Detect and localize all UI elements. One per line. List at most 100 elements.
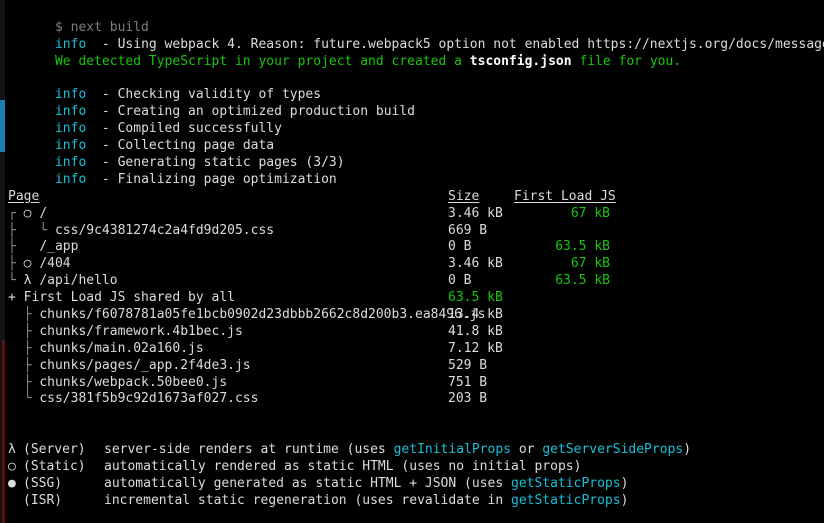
route-size: 0 B bbox=[448, 273, 472, 289]
tree-glyph: ├ bbox=[8, 307, 40, 323]
column-header-size: Size bbox=[448, 188, 480, 204]
tree-glyph: └ bbox=[8, 273, 24, 289]
route-size: 0 B bbox=[448, 239, 472, 255]
table-row: ├ └ css/9c4381274c2a4fd9d205.css 669 B bbox=[0, 223, 824, 240]
chunk-size: 13.4 kB bbox=[448, 307, 503, 323]
log-dash: - bbox=[86, 121, 118, 137]
circle-outline-icon: ○ bbox=[8, 459, 16, 475]
log-dash: - bbox=[86, 36, 118, 52]
legend-symbol-blank bbox=[8, 493, 23, 510]
legend-api-getstaticprops: getStaticProps bbox=[511, 492, 621, 508]
shared-prefix: + bbox=[8, 290, 24, 306]
route-first-load: 63.5 kB bbox=[555, 273, 610, 289]
chunk-name: chunks/f6078781a05fe1bcb0902d23dbbb2662c… bbox=[39, 307, 486, 323]
lambda-icon: λ bbox=[8, 442, 16, 458]
route-name: /api/hello bbox=[39, 273, 118, 289]
chunk-size: 41.8 kB bbox=[448, 323, 503, 339]
legend-text-part: automatically generated as static HTML +… bbox=[104, 475, 511, 491]
route-first-load bbox=[514, 223, 610, 240]
legend-text-part: or bbox=[511, 442, 543, 458]
legend-text-part: automatically rendered as static HTML (u… bbox=[104, 459, 582, 475]
route-first-load: 63.5 kB bbox=[555, 239, 610, 255]
command-text: $ next build bbox=[54, 19, 149, 35]
route-size: 3.46 kB bbox=[448, 205, 503, 221]
route-first-load: 67 kB bbox=[570, 256, 610, 272]
tree-glyph: ├ bbox=[8, 340, 40, 356]
legend-text-part: server-side renders at runtime (uses bbox=[104, 442, 394, 458]
chunk-row: ├ chunks/f6078781a05fe1bcb0902d23dbbb266… bbox=[0, 307, 824, 324]
log-dash: - bbox=[86, 87, 118, 103]
chunk-name: chunks/main.02a160.js bbox=[39, 340, 204, 356]
prompt-line: $ next build bbox=[0, 3, 824, 35]
shared-size: 63.5 kB bbox=[448, 290, 503, 306]
log-label: info bbox=[54, 155, 87, 171]
chunk-size: 203 B bbox=[448, 391, 488, 407]
tree-glyph: ├ bbox=[8, 239, 40, 255]
route-name: /404 bbox=[39, 256, 71, 272]
route-size: 3.46 kB bbox=[448, 256, 503, 272]
log-text: Generating static pages (3/3) bbox=[117, 155, 345, 171]
tree-glyph: └ bbox=[8, 391, 40, 407]
log-label: info bbox=[54, 171, 87, 187]
chunk-size: 751 B bbox=[448, 374, 488, 390]
log-label: info bbox=[54, 36, 87, 52]
legend-row-server: λ (Server) server-side renders at runtime … bbox=[0, 442, 824, 459]
tree-glyph: ├ bbox=[8, 357, 40, 373]
legend-row-static: ○ (Static) automatically rendered as stati… bbox=[0, 459, 824, 476]
tsconfig-filename: tsconfig.json bbox=[469, 53, 572, 69]
route-name: css/9c4381274c2a4fd9d205.css bbox=[54, 222, 275, 238]
log-label: info bbox=[54, 138, 87, 154]
legend-api-getinitialprops: getInitialProps bbox=[393, 442, 511, 458]
tree-glyph: ├ bbox=[8, 256, 24, 272]
route-symbol-icon: ○ bbox=[23, 256, 40, 272]
chunk-row: ├ chunks/pages/_app.2f4de3.js 529 B bbox=[0, 358, 824, 375]
chunk-name: chunks/webpack.50bee0.js bbox=[39, 374, 228, 390]
terminal-output: $ next build info - Using webpack 4. Rea… bbox=[0, 0, 824, 523]
shared-first-load-row: + First Load JS shared by all 63.5 kB bbox=[0, 290, 824, 307]
log-label: info bbox=[54, 121, 87, 137]
log-text: Using webpack 4. Reason: future.webpack5… bbox=[117, 36, 824, 52]
log-dash: - bbox=[86, 155, 118, 171]
log-dash: - bbox=[86, 171, 118, 187]
chunk-name: chunks/framework.4b1bec.js bbox=[39, 323, 243, 339]
log-line-types: info - Checking validity of types bbox=[0, 71, 824, 102]
log-dash: - bbox=[86, 138, 118, 154]
terminal-window: $ next build info - Using webpack 4. Rea… bbox=[0, 0, 824, 523]
legend-row-ssg: ● (SSG) automatically generated as static … bbox=[0, 476, 824, 493]
route-symbol-icon: λ bbox=[23, 273, 40, 289]
chunk-row: ├ chunks/framework.4b1bec.js 41.8 kB bbox=[0, 324, 824, 341]
typescript-notice-part1: We detected TypeScript in your project a… bbox=[54, 53, 470, 69]
tree-glyph: ├ └ bbox=[8, 222, 55, 238]
log-text: Collecting page data bbox=[117, 138, 275, 154]
log-text: Creating an optimized production build bbox=[117, 104, 416, 120]
typescript-notice-part2: file for you. bbox=[571, 53, 682, 69]
chunk-row: └ css/381f5b9c92d1673af027.css 203 B bbox=[0, 391, 824, 408]
legend-text-part: ) bbox=[620, 475, 629, 491]
tree-glyph: ├ bbox=[8, 323, 40, 339]
chunk-name: css/381f5b9c92d1673af027.css bbox=[39, 391, 259, 407]
route-name: /_app bbox=[39, 239, 79, 255]
table-row: ├ /_app 0 B 63.5 kB bbox=[0, 239, 824, 256]
tree-glyph: ├ bbox=[8, 374, 40, 390]
log-text: Checking validity of types bbox=[117, 87, 322, 103]
legend-row-isr: (ISR) incremental static regeneration (us… bbox=[0, 493, 824, 510]
route-size: 669 B bbox=[448, 222, 488, 238]
shared-label: First Load JS shared by all bbox=[23, 290, 235, 306]
table-header-row: Page Size First Load JS bbox=[0, 189, 824, 206]
legend-text-part: ) bbox=[683, 442, 692, 458]
chunk-row: ├ chunks/main.02a160.js 7.12 kB bbox=[0, 341, 824, 358]
legend-tag: (Server) bbox=[23, 442, 86, 458]
table-row: └ λ /api/hello 0 B 63.5 kB bbox=[0, 273, 824, 290]
table-row: ┌ ○ / 3.46 kB 67 kB bbox=[0, 206, 824, 223]
route-first-load: 67 kB bbox=[570, 205, 610, 221]
legend-tag: (Static) bbox=[23, 459, 86, 475]
legend-text-part: ) bbox=[620, 492, 629, 508]
chunk-name: chunks/pages/_app.2f4de3.js bbox=[39, 357, 251, 373]
log-text: Finalizing page optimization bbox=[117, 171, 337, 187]
circle-filled-icon: ● bbox=[8, 475, 16, 491]
column-header-page: Page bbox=[8, 188, 40, 204]
column-header-first-load-js: First Load JS bbox=[514, 188, 616, 204]
